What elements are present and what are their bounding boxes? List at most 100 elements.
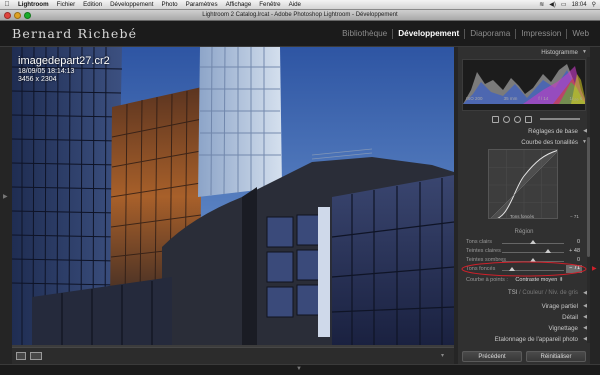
tab-couleur[interactable]: Couleur: [522, 290, 543, 296]
tab-niv-gris[interactable]: Niv. de gris: [548, 290, 578, 296]
histogram-header[interactable]: Histogramme ▼: [458, 47, 590, 58]
window-titlebar: Lightroom 2 Catalog.lrcat - Adobe Photos…: [0, 10, 600, 21]
menu-lightroom[interactable]: Lightroom: [14, 1, 53, 8]
hsl-panel-header[interactable]: TSI / Couleur / Niv. de gris ◀: [458, 288, 590, 299]
histogram-graph: [463, 64, 585, 104]
window-title: Lightroom 2 Catalog.lrcat - Adobe Photos…: [202, 12, 398, 18]
tool-strip: [462, 114, 586, 124]
slider-teintes-claires[interactable]: Teintes claires + 48: [466, 248, 584, 257]
menu-parametres[interactable]: Paramètres: [182, 1, 222, 8]
adjustment-brush-icon[interactable]: [540, 118, 580, 120]
minimize-window-button[interactable]: [14, 12, 21, 19]
photo-info-overlay: imagedepart27.cr2 18/09/05 18:14:13 3456…: [18, 55, 110, 83]
slider-value[interactable]: + 48: [569, 248, 580, 254]
tone-curve-title: Courbe des tonalités: [521, 139, 578, 146]
previous-button[interactable]: Précédent: [462, 351, 522, 362]
graduated-filter-icon[interactable]: [525, 115, 532, 123]
camera-calibration-header[interactable]: Etalonnage de l'appareil photo ◀: [458, 334, 590, 345]
histogram: [462, 59, 586, 111]
menu-edition[interactable]: Edition: [79, 1, 106, 8]
module-developpement[interactable]: Développement: [392, 29, 464, 39]
slider-tons-clairs[interactable]: Tons clairs 0: [466, 239, 584, 248]
spotlight-icon[interactable]: ⚲: [592, 1, 596, 8]
slider-value[interactable]: 0: [577, 239, 580, 245]
histogram-title: Histogramme: [541, 49, 578, 56]
split-toning-title: Virage partiel: [541, 303, 578, 310]
point-curve-select[interactable]: Contraste moyen: [515, 277, 557, 283]
right-panel-edge[interactable]: ▶: [590, 47, 600, 364]
expand-filmstrip-icon[interactable]: ▼: [296, 366, 302, 372]
camera-calibration-title: Etalonnage de l'appareil photo: [494, 336, 578, 343]
clock-text[interactable]: 18:04: [572, 2, 587, 8]
menu-photo[interactable]: Photo: [157, 1, 181, 8]
filmstrip-collapsed[interactable]: ▼: [0, 364, 600, 375]
menu-developpement[interactable]: Développement: [106, 1, 157, 8]
panel-buttons: Précédent Réinitialiser: [462, 351, 586, 362]
photo-date: 18/09/05 18:14:13: [18, 68, 75, 75]
toolbar-menu-icon[interactable]: ▾: [441, 352, 444, 359]
crop-tool-icon[interactable]: [492, 115, 499, 123]
tone-curve-svg: [489, 150, 557, 218]
slider-label: Tons clairs: [466, 239, 492, 245]
expand-left-icon[interactable]: ▶: [3, 193, 8, 200]
identity-header: Bernard Richebé Bibliothèque Développeme…: [0, 21, 600, 47]
lightroom-window:  Lightroom Fichier Edition Développemen…: [0, 0, 600, 375]
module-impression[interactable]: Impression: [515, 29, 566, 39]
slider-label: Teintes claires: [466, 248, 501, 254]
reset-button[interactable]: Réinitialiser: [526, 351, 586, 362]
module-picker: Bibliothèque Développement Diaporama Imp…: [337, 29, 594, 39]
basic-panel-header[interactable]: Réglages de base ◀: [458, 126, 590, 137]
photo-view[interactable]: imagedepart27.cr2 18/09/05 18:14:13 3456…: [12, 47, 454, 345]
point-curve-row[interactable]: Courbe à points : Contraste moyen ⬍: [466, 277, 563, 283]
split-toning-header[interactable]: Virage partiel ◀: [458, 301, 590, 312]
detail-header[interactable]: Détail ◀: [458, 312, 590, 323]
volume-icon[interactable]: ◀): [549, 1, 556, 8]
identity-plate: Bernard Richebé: [12, 26, 138, 41]
tab-tsi[interactable]: TSI: [508, 290, 517, 296]
zoom-window-button[interactable]: [24, 12, 31, 19]
develop-toolbar: ▾: [12, 347, 454, 364]
spot-removal-icon[interactable]: [503, 115, 510, 123]
curve-region-value: − 71: [570, 214, 579, 219]
close-window-button[interactable]: [4, 12, 11, 19]
tone-curve-header[interactable]: Courbe des tonalités ▼: [458, 137, 590, 148]
point-curve-label: Courbe à points :: [466, 277, 508, 283]
red-eye-icon[interactable]: [514, 115, 521, 123]
menu-affichage[interactable]: Affichage: [222, 1, 256, 8]
region-label: Région: [514, 229, 534, 235]
menubar-status: ≋ ◀) ▭ 18:04 ⚲: [539, 1, 600, 9]
slider-track[interactable]: [502, 252, 564, 253]
tone-curve-graph[interactable]: [488, 149, 558, 219]
annotation-ellipse: [461, 261, 587, 277]
wifi-icon[interactable]: ≋: [539, 1, 544, 8]
photo-filename: imagedepart27.cr2: [18, 55, 110, 67]
left-panel-collapsed[interactable]: ▶: [0, 47, 12, 347]
right-panel: Histogramme ▼ ISO 200 35 mm f / 14 1/₁₀₀…: [458, 47, 590, 364]
battery-icon[interactable]: ▭: [561, 1, 567, 8]
mac-menubar:  Lightroom Fichier Edition Développemen…: [0, 0, 600, 10]
iso-text: ISO 200: [466, 96, 483, 101]
chevron-down-icon[interactable]: ⬍: [559, 277, 564, 283]
slider-knob[interactable]: [530, 240, 536, 244]
photo-canvas[interactable]: imagedepart27.cr2 18/09/05 18:14:13 3456…: [12, 47, 454, 347]
photo-dimensions: 3456 x 2304: [18, 76, 57, 83]
annotation-arrow-icon: ▶: [592, 266, 597, 272]
shutter-text: 1/₁₀₀ s: [569, 96, 582, 101]
module-bibliotheque[interactable]: Bibliothèque: [337, 29, 392, 39]
module-web[interactable]: Web: [566, 29, 594, 39]
curve-region-label: Tons foncés: [510, 214, 535, 219]
aperture-text: f / 14: [538, 96, 549, 101]
menu-aide[interactable]: Aide: [285, 1, 305, 8]
menu-fichier[interactable]: Fichier: [53, 1, 80, 8]
slider-knob[interactable]: [545, 249, 551, 253]
module-diaporama[interactable]: Diaporama: [464, 29, 515, 39]
loupe-view-button[interactable]: [16, 352, 26, 360]
photo-image: [12, 47, 454, 345]
vignette-header[interactable]: Vignettage ◀: [458, 323, 590, 334]
vignette-title: Vignettage: [548, 325, 578, 332]
apple-icon[interactable]: : [0, 1, 14, 8]
focal-text: 35 mm: [503, 96, 518, 101]
before-after-button[interactable]: [30, 352, 42, 360]
camera-info: ISO 200 35 mm f / 14 1/₁₀₀ s: [462, 96, 586, 101]
menu-fenetre[interactable]: Fenêtre: [255, 1, 284, 8]
